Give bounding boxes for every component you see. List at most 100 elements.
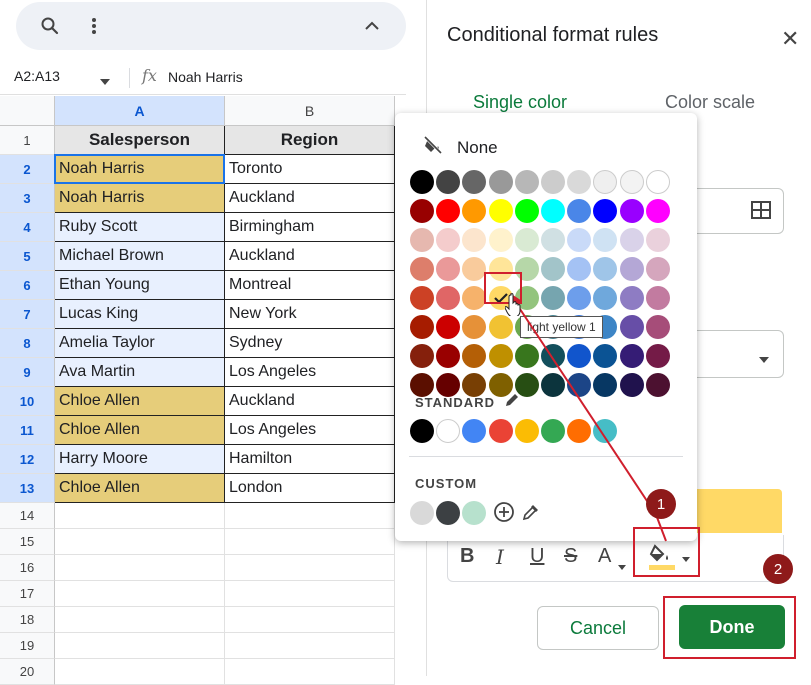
region-cell[interactable]: Los Angeles (225, 416, 395, 445)
palette-color-swatch[interactable] (436, 373, 461, 397)
standard-color-swatch[interactable] (436, 419, 461, 443)
palette-color-swatch[interactable] (488, 344, 513, 368)
palette-color-swatch[interactable] (541, 228, 565, 252)
palette-color-swatch[interactable] (410, 286, 434, 310)
row-header[interactable]: 12 (0, 445, 55, 474)
salesperson-cell[interactable]: Michael Brown (55, 242, 225, 271)
palette-color-swatch[interactable] (567, 286, 592, 310)
palette-color-swatch[interactable] (645, 286, 670, 310)
row-header[interactable]: 6 (0, 271, 55, 300)
standard-color-swatch[interactable] (593, 419, 618, 443)
region-cell[interactable]: New York (225, 300, 395, 329)
salesperson-cell[interactable]: Noah Harris (55, 184, 225, 213)
select-all-corner[interactable] (0, 96, 55, 126)
empty-cell[interactable] (55, 555, 225, 581)
palette-color-swatch[interactable] (514, 344, 539, 368)
palette-color-swatch[interactable] (567, 228, 592, 252)
empty-cell[interactable] (225, 503, 395, 529)
search-icon[interactable] (38, 14, 62, 38)
column-header-a[interactable]: A (55, 96, 225, 126)
row-header[interactable]: 18 (0, 607, 55, 633)
standard-color-swatch[interactable] (462, 419, 487, 443)
palette-color-swatch[interactable] (514, 373, 539, 397)
palette-color-swatch[interactable] (567, 170, 592, 194)
close-icon[interactable]: ✕ (781, 26, 799, 52)
palette-color-swatch[interactable] (645, 344, 670, 368)
tab-color-scale[interactable]: Color scale (665, 92, 755, 113)
palette-color-swatch[interactable] (462, 170, 487, 194)
palette-color-swatch[interactable] (593, 199, 618, 223)
palette-color-swatch[interactable] (619, 315, 644, 339)
name-box[interactable]: A2:A13 (14, 68, 60, 84)
palette-color-swatch[interactable] (619, 199, 644, 223)
empty-cell[interactable] (55, 581, 225, 607)
region-cell[interactable]: Toronto (225, 155, 395, 184)
palette-color-swatch[interactable] (436, 228, 461, 252)
row-header[interactable]: 17 (0, 581, 55, 607)
palette-color-swatch[interactable] (645, 228, 670, 252)
salesperson-cell[interactable]: Ruby Scott (55, 213, 225, 242)
italic-button[interactable]: I (496, 545, 504, 569)
row-header[interactable]: 15 (0, 529, 55, 555)
cancel-button[interactable]: Cancel (537, 606, 659, 650)
palette-color-swatch[interactable] (541, 286, 565, 310)
eyedropper-icon[interactable] (521, 502, 541, 527)
palette-color-swatch[interactable] (436, 170, 461, 194)
empty-cell[interactable] (55, 607, 225, 633)
add-custom-color-icon[interactable] (493, 501, 515, 528)
salesperson-cell[interactable]: Ethan Young (55, 271, 225, 300)
palette-color-swatch[interactable] (488, 373, 513, 397)
palette-color-swatch[interactable] (436, 257, 461, 281)
salesperson-cell[interactable]: Chloe Allen (55, 416, 225, 445)
palette-color-swatch[interactable] (514, 199, 539, 223)
palette-color-swatch[interactable] (462, 228, 487, 252)
grid-select-icon[interactable] (751, 201, 771, 224)
underline-button[interactable]: U (530, 545, 544, 568)
palette-color-swatch[interactable] (567, 373, 592, 397)
range-input[interactable] (697, 188, 784, 234)
palette-color-swatch[interactable] (410, 373, 434, 397)
palette-color-swatch[interactable] (462, 373, 487, 397)
row-header[interactable]: 10 (0, 387, 55, 416)
palette-color-swatch[interactable] (645, 373, 670, 397)
region-cell[interactable]: Hamilton (225, 445, 395, 474)
palette-color-swatch[interactable] (541, 344, 565, 368)
palette-color-swatch[interactable] (462, 257, 487, 281)
region-cell[interactable]: Auckland (225, 184, 395, 213)
row-header[interactable]: 8 (0, 329, 55, 358)
region-cell[interactable]: Auckland (225, 387, 395, 416)
palette-color-swatch[interactable] (541, 373, 565, 397)
palette-color-swatch[interactable] (541, 170, 565, 194)
row-header[interactable]: 7 (0, 300, 55, 329)
palette-color-swatch[interactable] (593, 373, 618, 397)
palette-color-swatch[interactable] (541, 199, 565, 223)
empty-cell[interactable] (225, 581, 395, 607)
chevron-up-icon[interactable] (360, 14, 384, 38)
palette-color-swatch[interactable] (462, 315, 487, 339)
palette-color-swatch[interactable] (593, 257, 618, 281)
row-header[interactable]: 16 (0, 555, 55, 581)
palette-color-swatch[interactable] (541, 257, 565, 281)
salesperson-cell[interactable]: Harry Moore (55, 445, 225, 474)
header-cell-region[interactable]: Region (225, 126, 395, 155)
custom-color-swatch[interactable] (462, 501, 487, 525)
text-color-button[interactable]: A (598, 545, 611, 568)
condition-dropdown[interactable] (697, 330, 784, 378)
palette-color-swatch[interactable] (645, 199, 670, 223)
row-header[interactable]: 11 (0, 416, 55, 445)
palette-color-swatch[interactable] (488, 199, 513, 223)
empty-cell[interactable] (225, 633, 395, 659)
palette-color-swatch[interactable] (567, 344, 592, 368)
standard-color-swatch[interactable] (410, 419, 434, 443)
region-cell[interactable]: Birmingham (225, 213, 395, 242)
row-header[interactable]: 13 (0, 474, 55, 503)
no-fill-option[interactable]: None (423, 135, 498, 160)
row-header[interactable]: 2 (0, 155, 55, 184)
palette-color-swatch[interactable] (410, 315, 434, 339)
formula-value[interactable]: Noah Harris (168, 69, 243, 85)
palette-color-swatch[interactable] (410, 228, 434, 252)
palette-color-swatch[interactable] (645, 170, 670, 194)
region-cell[interactable]: Sydney (225, 329, 395, 358)
standard-color-swatch[interactable] (488, 419, 513, 443)
palette-color-swatch[interactable] (436, 315, 461, 339)
